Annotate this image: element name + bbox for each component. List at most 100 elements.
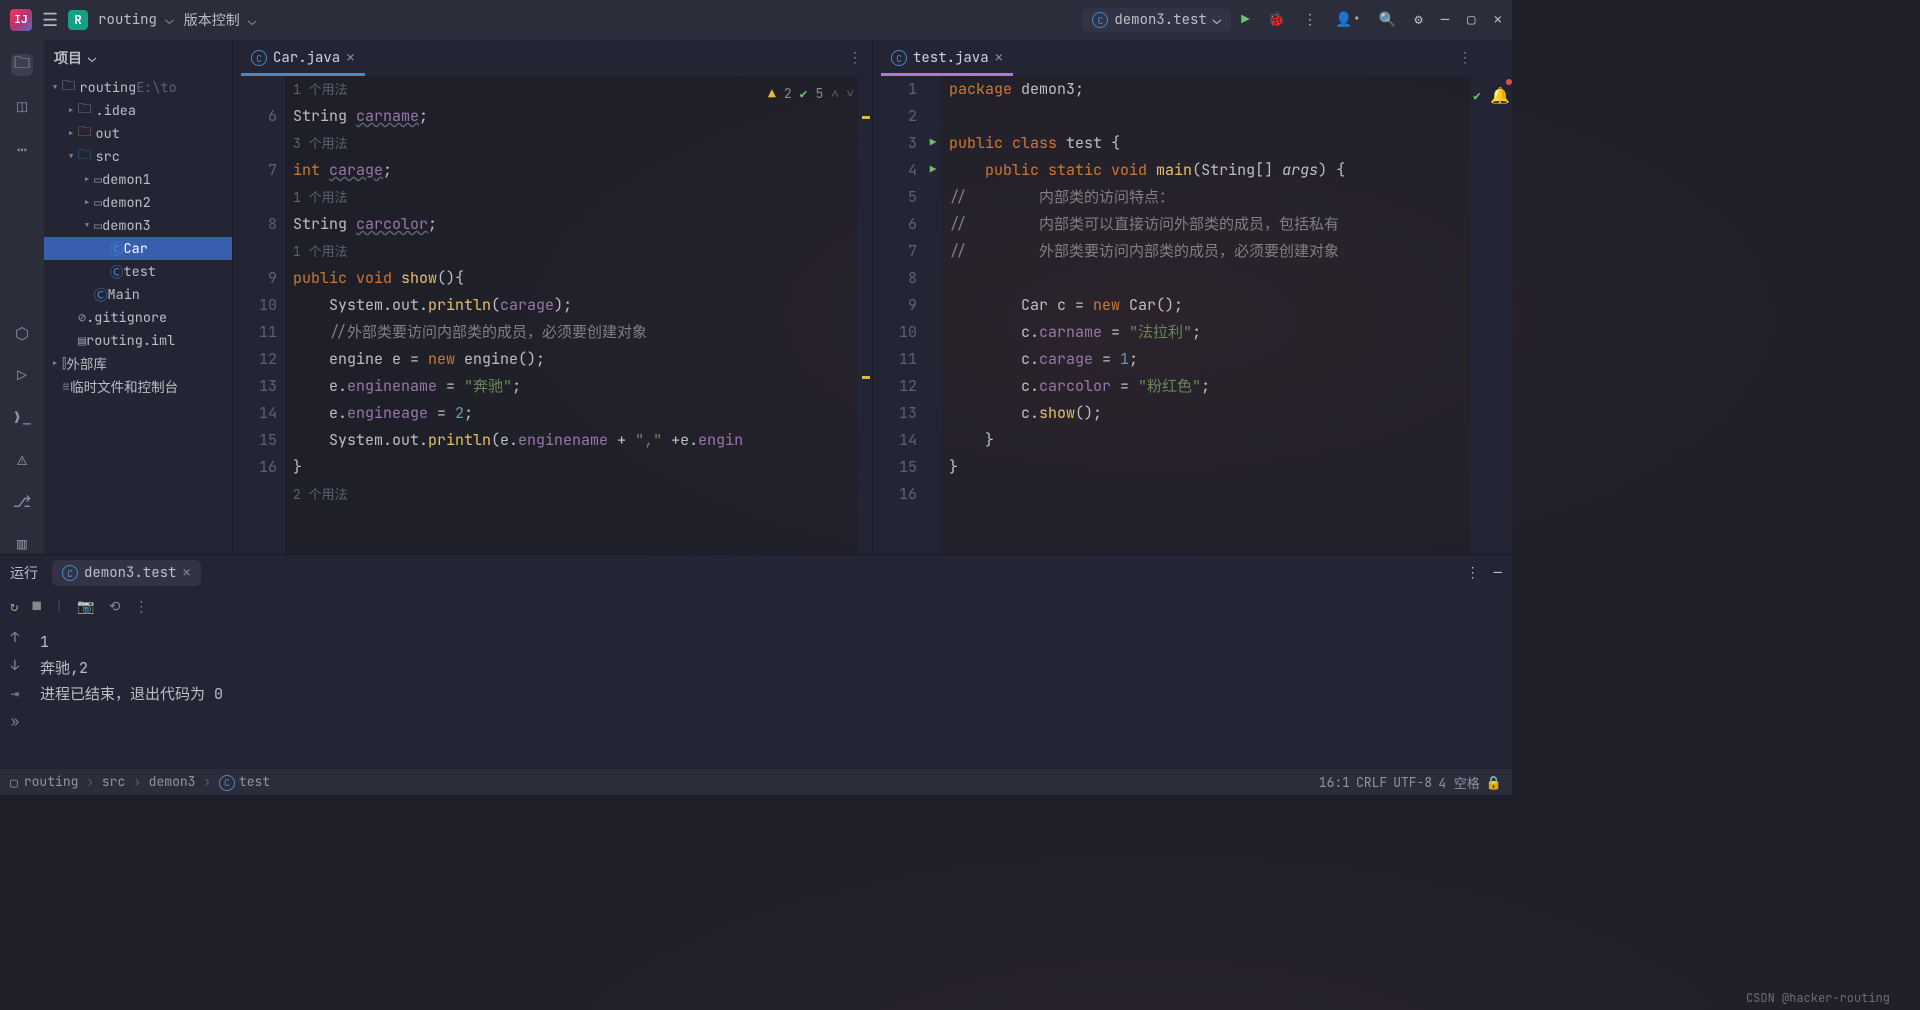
notification-dot	[1506, 79, 1512, 85]
db-tool-button[interactable]: ▥	[11, 532, 33, 554]
close-run-tab[interactable]: ✕	[182, 564, 190, 582]
close-tab-button[interactable]: ✕	[346, 49, 354, 67]
tree-row-demon3[interactable]: ▾▭ demon3	[44, 214, 232, 237]
run-panel-title: 运行	[10, 563, 38, 583]
editor-split: C Car.java ✕ ⋮ ▲2 ✔5 ˄ ˅ 678910111213141…	[232, 40, 1512, 554]
close-tab-button[interactable]: ✕	[995, 49, 1003, 67]
tree-row-外部库[interactable]: ▸⫿ 外部库	[44, 352, 232, 375]
file-encoding[interactable]: UTF-8	[1393, 774, 1432, 791]
maximize-button[interactable]: ▢	[1467, 11, 1475, 29]
project-panel-title: 项目	[54, 48, 82, 68]
scroll-to-end-button[interactable]: »	[11, 713, 19, 731]
attach-button[interactable]: 📷	[77, 598, 94, 616]
checkmark-icon: ✔	[1473, 82, 1481, 109]
code-right[interactable]: package demon3;public class test { publi…	[941, 76, 1470, 554]
breadcrumb[interactable]: routing › src › demon3 › Ctest	[24, 773, 270, 791]
editor-tabs-right: C test.java ✕ ⋮	[873, 40, 1512, 76]
tree-row-Main[interactable]: Ⓒ Main	[44, 283, 232, 306]
tree-row-demon2[interactable]: ▸▭ demon2	[44, 191, 232, 214]
more-actions-button[interactable]: ⋮	[1303, 11, 1317, 29]
tree-row-routing.iml[interactable]: ▤ routing.iml	[44, 329, 232, 352]
exit-button[interactable]: ⟲	[109, 598, 121, 616]
code-left[interactable]: 1 个用法String carname;3 个用法int carage;1 个用…	[285, 76, 858, 554]
class-icon: C	[251, 50, 267, 66]
code-area-right[interactable]: 12345678910111213141516 ▶▶ package demon…	[873, 76, 1512, 554]
code-area-left[interactable]: ▲2 ✔5 ˄ ˅ 678910111213141516 1 个用法String…	[233, 76, 872, 554]
caret-position[interactable]: 16:1	[1319, 774, 1350, 791]
run-config-selector[interactable]: C demon3.test ⌄	[1082, 8, 1231, 32]
line-gutter-left: 678910111213141516	[233, 76, 285, 554]
run-gutter-right[interactable]: ▶▶	[925, 76, 941, 554]
tree-row-临时文件和控制台[interactable]: ≡ 临时文件和控制台	[44, 375, 232, 398]
tab-menu-button[interactable]: ⋮	[1448, 49, 1482, 67]
tree-row-src[interactable]: ▾🗀 src	[44, 145, 232, 168]
git-tool-button[interactable]: ⎇	[11, 490, 33, 512]
vcs-menu[interactable]: 版本控制	[184, 10, 257, 30]
tab-label: Car.java	[273, 49, 340, 67]
project-panel: 项目 ⌄ ▾🗀 routing E:\to▸🗀 .idea▸🗀 out▾🗀 sr…	[44, 40, 232, 554]
class-icon: C	[62, 565, 78, 581]
app-icon: IJ	[10, 9, 32, 31]
watermark: CSDN @hacker-routing	[1746, 990, 1890, 1006]
project-menu[interactable]: routing	[98, 11, 174, 29]
problems-tool-button[interactable]: ⚠	[11, 448, 33, 470]
project-panel-header[interactable]: 项目 ⌄	[44, 40, 232, 76]
run-toolbar: ↻ ■ | 📷 ⟲ ⋮	[0, 591, 1512, 623]
tree-row-routing[interactable]: ▾🗀 routing E:\to	[44, 76, 232, 99]
tab-test-java[interactable]: C test.java ✕	[881, 40, 1013, 76]
services-tool-button[interactable]: ⬡	[11, 322, 33, 344]
line-separator[interactable]: CRLF	[1356, 774, 1387, 791]
soft-wrap-button[interactable]: ⇥	[11, 685, 19, 703]
class-icon: C	[891, 50, 907, 66]
structure-tool-button[interactable]: ◫	[11, 96, 33, 118]
tab-menu-button[interactable]: ⋮	[838, 49, 872, 67]
debug-button[interactable]: 🐞	[1268, 11, 1285, 29]
tree-row-.gitignore[interactable]: ⊘ .gitignore	[44, 306, 232, 329]
hide-run-panel[interactable]: —	[1494, 564, 1502, 582]
error-stripe-right[interactable]: ✔	[1470, 76, 1484, 554]
tree-row-out[interactable]: ▸🗀 out	[44, 122, 232, 145]
tool-window-bar-left: 🗀 ◫ ⋯ ⬡ ▷ ❯_ ⚠ ⎇ ▥	[0, 40, 44, 554]
terminal-tool-button[interactable]: ❯_	[11, 406, 33, 428]
project-tree[interactable]: ▾🗀 routing E:\to▸🗀 .idea▸🗀 out▾🗀 src▸▭ d…	[44, 76, 232, 398]
close-button[interactable]: ✕	[1494, 11, 1502, 29]
line-gutter-right: 12345678910111213141516	[873, 76, 925, 554]
readonly-icon[interactable]: 🔒	[1486, 774, 1502, 791]
down-button[interactable]: ↓	[11, 657, 19, 675]
console-output[interactable]: 1奔驰,2进程已结束，退出代码为 0	[30, 623, 1512, 769]
chevron-down-icon: ⌄	[1213, 11, 1221, 29]
run-panel: 运行 C demon3.test ✕ ⋮ — ↻ ■ | 📷 ⟲ ⋮ ↑ ↓ ⇥…	[0, 554, 1512, 769]
stop-button[interactable]: ■	[32, 598, 40, 616]
run-button[interactable]: ▶	[1241, 11, 1249, 29]
rerun-button[interactable]: ↻	[10, 598, 18, 616]
breadcrumb-icon: ▢	[10, 774, 18, 791]
notifications-strip[interactable]: 🔔	[1484, 76, 1512, 554]
up-button[interactable]: ↑	[11, 629, 19, 647]
chevron-down-icon: ⌄	[88, 49, 96, 67]
tab-car-java[interactable]: C Car.java ✕	[241, 40, 365, 76]
search-icon[interactable]: 🔍	[1379, 11, 1396, 29]
more-tool-button[interactable]: ⋯	[11, 138, 33, 160]
run-tab[interactable]: C demon3.test ✕	[52, 560, 201, 586]
minimize-button[interactable]: —	[1441, 11, 1449, 29]
run-tool-button[interactable]: ▷	[11, 364, 33, 386]
tree-row-.idea[interactable]: ▸🗀 .idea	[44, 99, 232, 122]
console-side-toolbar: ↑ ↓ ⇥ »	[0, 623, 30, 769]
error-stripe-left[interactable]	[858, 76, 872, 554]
indent-info[interactable]: 4 空格	[1438, 773, 1480, 792]
main-area: 🗀 ◫ ⋯ ⬡ ▷ ❯_ ⚠ ⎇ ▥ 项目 ⌄ ▾🗀 routing E:\to…	[0, 40, 1512, 554]
run-config-label: demon3.test	[1114, 11, 1206, 29]
status-bar: ▢ routing › src › demon3 › Ctest 16:1 CR…	[0, 769, 1512, 795]
tree-row-test[interactable]: Ⓒ test	[44, 260, 232, 283]
run-panel-menu[interactable]: ⋮	[1466, 564, 1480, 582]
titlebar: IJ ☰ R routing 版本控制 C demon3.test ⌄ ▶ 🐞 …	[0, 0, 1512, 40]
tree-row-demon1[interactable]: ▸▭ demon1	[44, 168, 232, 191]
main-menu-button[interactable]: ☰	[42, 9, 58, 32]
settings-icon[interactable]: ⚙	[1414, 11, 1422, 29]
tree-row-Car[interactable]: Ⓒ Car	[44, 237, 232, 260]
code-with-me-icon[interactable]: 👤⁺	[1335, 11, 1361, 29]
project-badge: R	[68, 10, 88, 30]
more-run-button[interactable]: ⋮	[134, 598, 148, 616]
class-icon: C	[1092, 12, 1108, 28]
project-tool-button[interactable]: 🗀	[11, 54, 33, 76]
